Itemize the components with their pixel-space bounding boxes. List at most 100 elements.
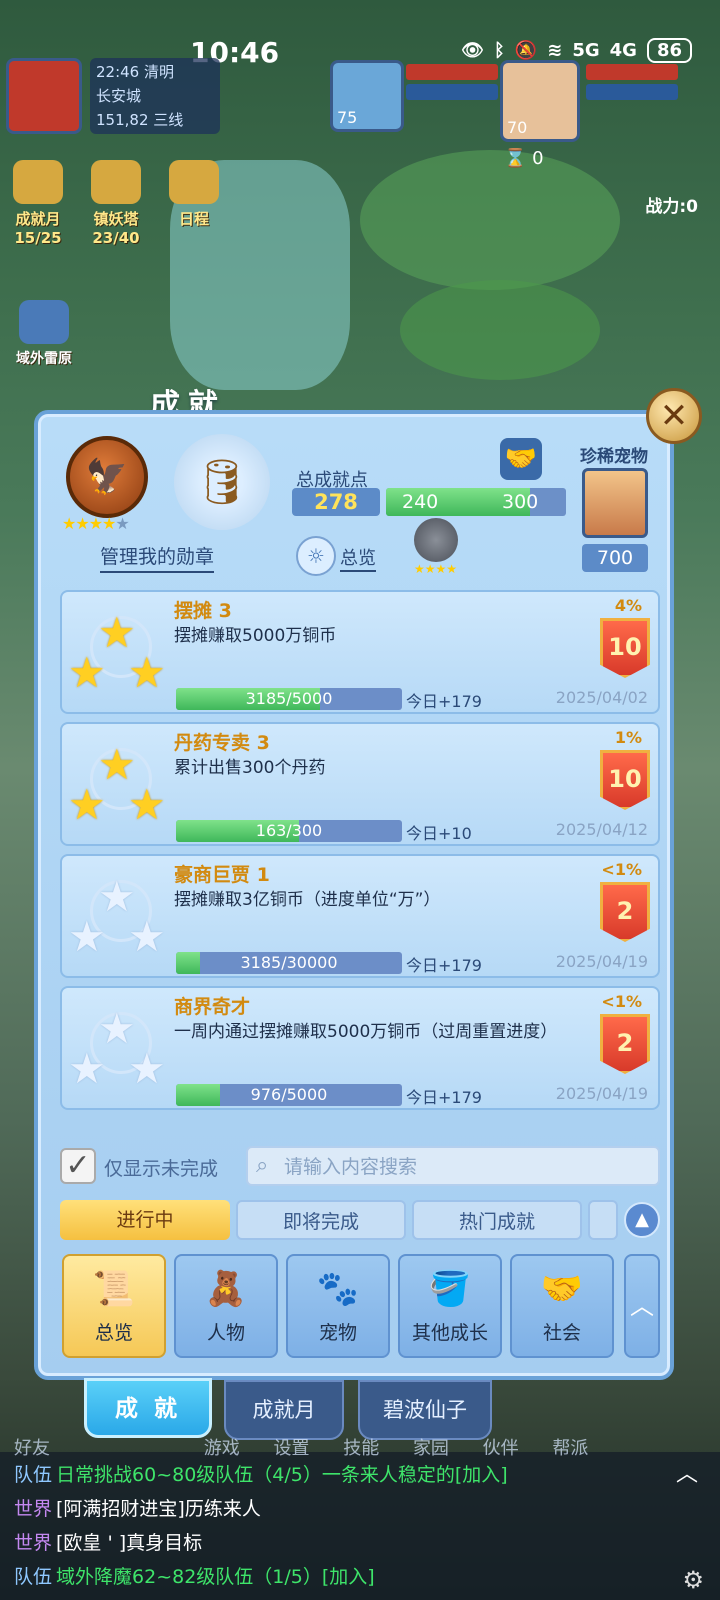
hourglass-count: 0 (532, 148, 544, 169)
achievement-card[interactable]: ★ ★ ★ 丹药专卖 3 累计出售300个丹药 163/300 今日+10 20… (60, 722, 660, 846)
category-overview[interactable]: 📜 总览 (62, 1254, 166, 1358)
menu-home[interactable]: 家园 (413, 1438, 449, 1459)
handshake-icon: 🤝 (540, 1269, 584, 1309)
bag-icon[interactable]: ☼ (296, 536, 336, 576)
manage-medals-link[interactable]: 管理我的勋章 (100, 542, 215, 573)
signal-4g: 4G (609, 40, 637, 61)
star-icon: ★ (68, 912, 106, 961)
char-bars (586, 64, 678, 104)
schedule-icon (169, 160, 219, 204)
achievement-date: 2025/04/02 (555, 688, 648, 707)
total-points-value: 278 (292, 488, 380, 516)
category-scroll-button[interactable]: ︿ (624, 1254, 660, 1358)
reward-chest-icon[interactable]: 🤝 (500, 438, 542, 480)
search-box[interactable]: ⌕ (246, 1146, 660, 1186)
search-input[interactable] (284, 1152, 654, 1182)
star-icon: ★ (128, 912, 166, 961)
achievement-stars: ★ ★ ★ (66, 734, 172, 834)
tab-more[interactable] (588, 1200, 618, 1240)
menu-demon-tower[interactable]: 镇妖塔 23/40 (84, 160, 148, 247)
achievement-card[interactable]: ★ ★ ★ 摆摊 3 摆摊赚取5000万铜币 3185/5000 今日+179 … (60, 590, 660, 714)
combat-power: 战力:0 (645, 197, 698, 217)
chat-channel: 队伍 (14, 1566, 53, 1588)
achievement-title: 丹药专卖 3 (174, 732, 270, 754)
reward-badge[interactable]: 10 (600, 618, 650, 678)
chat-text: 域外降魔62~82级队伍（1/5）[加入] (56, 1566, 375, 1588)
achievement-date: 2025/04/19 (555, 952, 648, 971)
hud-coords: 151,82 (96, 111, 149, 129)
pet-bars (406, 64, 498, 104)
category-pet[interactable]: 🐾 宠物 (286, 1254, 390, 1358)
only-unfinished-checkbox[interactable]: ✓ (60, 1148, 96, 1184)
achievement-card[interactable]: ★ ★ ★ 豪商巨贾 1 摆摊赚取3亿铜币（进度单位“万”） 3185/3000… (60, 854, 660, 978)
chat-line[interactable]: 队伍 日常挑战60~80级队伍（4/5）一条来人稳定的[加入] (14, 1460, 508, 1487)
tab-popular[interactable]: 热门成就 (412, 1200, 582, 1240)
chat-line[interactable]: 世界 [阿满招财进宝]历练来人 (14, 1494, 261, 1521)
star-icon: ★ (128, 1044, 166, 1093)
hud-info: 22:46 清明 长安城 151,82 三线 (90, 58, 220, 134)
menu-achievement-month[interactable]: 成就月 15/25 (6, 160, 70, 247)
menu-partner[interactable]: 伙伴 (483, 1438, 519, 1459)
chat-gear-icon[interactable]: ⚙ (682, 1566, 704, 1594)
menu-label: 域外雷原 (16, 351, 72, 367)
tab-in-progress[interactable]: 进行中 (60, 1200, 230, 1240)
star-icon: ★ (128, 780, 166, 829)
chevron-up-icon: ▲ (635, 1209, 649, 1230)
achievement-today: 今日+10 (406, 824, 472, 843)
reward-badge[interactable]: 2 (600, 882, 650, 942)
achievement-card[interactable]: ★ ★ ★ 商界奇才 一周内通过摆摊赚取5000万铜币（过周重置进度） 976/… (60, 986, 660, 1110)
achievement-progress-bar: 163/300 (176, 820, 402, 842)
achievement-title: 摆摊 3 (174, 600, 232, 622)
bucket-icon: 🪣 (428, 1269, 472, 1309)
status-icons: 👁 ᛒ 🔕 ≋ 5G 4G 86 (461, 38, 692, 63)
phoenix-medal-icon[interactable]: 🦅 (66, 436, 148, 518)
chevron-up-icon: ︿ (630, 1292, 654, 1320)
chat-expand-icon[interactable]: ︿ (676, 1456, 698, 1488)
menu-friends[interactable]: 好友 (14, 1438, 50, 1459)
player-avatar[interactable] (6, 58, 82, 134)
overview-link[interactable]: 总览 (340, 544, 376, 572)
paw-icon: 🐾 (316, 1269, 360, 1309)
category-social[interactable]: 🤝 社会 (510, 1254, 614, 1358)
menu-outer-field[interactable]: 域外雷原 (6, 300, 82, 368)
rare-pet-value: 700 (582, 544, 648, 572)
tab-achievement[interactable]: 成 就 (84, 1378, 212, 1438)
achievement-progress-bar: 3185/5000 (176, 688, 402, 710)
chat-text: [欧皇 ' ]真身目标 (56, 1532, 203, 1554)
wolf-medal-icon[interactable] (414, 518, 458, 562)
reward-badge[interactable]: 10 (600, 750, 650, 810)
menu-skills[interactable]: 技能 (343, 1438, 379, 1459)
chat-line[interactable]: 队伍 域外降魔62~82级队伍（1/5）[加入] (14, 1562, 375, 1589)
menu-label: 日程 (178, 210, 209, 228)
only-unfinished-label[interactable]: 仅显示未完成 (104, 1154, 218, 1181)
category-character[interactable]: 🧸 人物 (174, 1254, 278, 1358)
achievement-date: 2025/04/19 (555, 1084, 648, 1103)
achievement-desc: 摆摊赚取5000万铜币 (174, 626, 337, 646)
reward-badge[interactable]: 2 (600, 1014, 650, 1074)
chat-line[interactable]: 世界 [欧皇 ' ]真身目标 (14, 1528, 202, 1555)
menu-game[interactable]: 游戏 (204, 1438, 240, 1459)
tower-icon (91, 160, 141, 204)
char-mp-bar (586, 84, 678, 100)
menu-progress: 15/25 (14, 229, 62, 247)
tab-achievement-month[interactable]: 成就月 (224, 1380, 344, 1440)
achievement-today: 今日+179 (406, 1088, 482, 1107)
menu-settings[interactable]: 设置 (273, 1438, 309, 1459)
tab-bibo-fairy[interactable]: 碧波仙子 (358, 1380, 492, 1440)
menu-guild[interactable]: 帮派 (552, 1438, 588, 1459)
rare-pet-portrait[interactable] (582, 468, 648, 538)
tab-almost-done[interactable]: 即将完成 (236, 1200, 406, 1240)
menu-schedule[interactable]: 日程 (162, 160, 226, 229)
signal-5g: 5G (572, 40, 600, 61)
scroll-up-button[interactable]: ▲ (624, 1202, 660, 1238)
pet-level: 75 (337, 108, 358, 127)
achievement-stars: ★ ★ ★ (66, 602, 172, 702)
chat-text: [阿满招财进宝]历练来人 (56, 1498, 261, 1520)
character-avatar[interactable]: 70 (500, 60, 580, 142)
points-max: 300 (502, 491, 539, 513)
pet-avatar[interactable]: 75 (330, 60, 404, 132)
achievement-progress-bar: 3185/30000 (176, 952, 402, 974)
hud-player[interactable]: 22:46 清明 长安城 151,82 三线 (6, 58, 220, 138)
category-label: 其他成长 (411, 1322, 488, 1344)
category-other-growth[interactable]: 🪣 其他成长 (398, 1254, 502, 1358)
